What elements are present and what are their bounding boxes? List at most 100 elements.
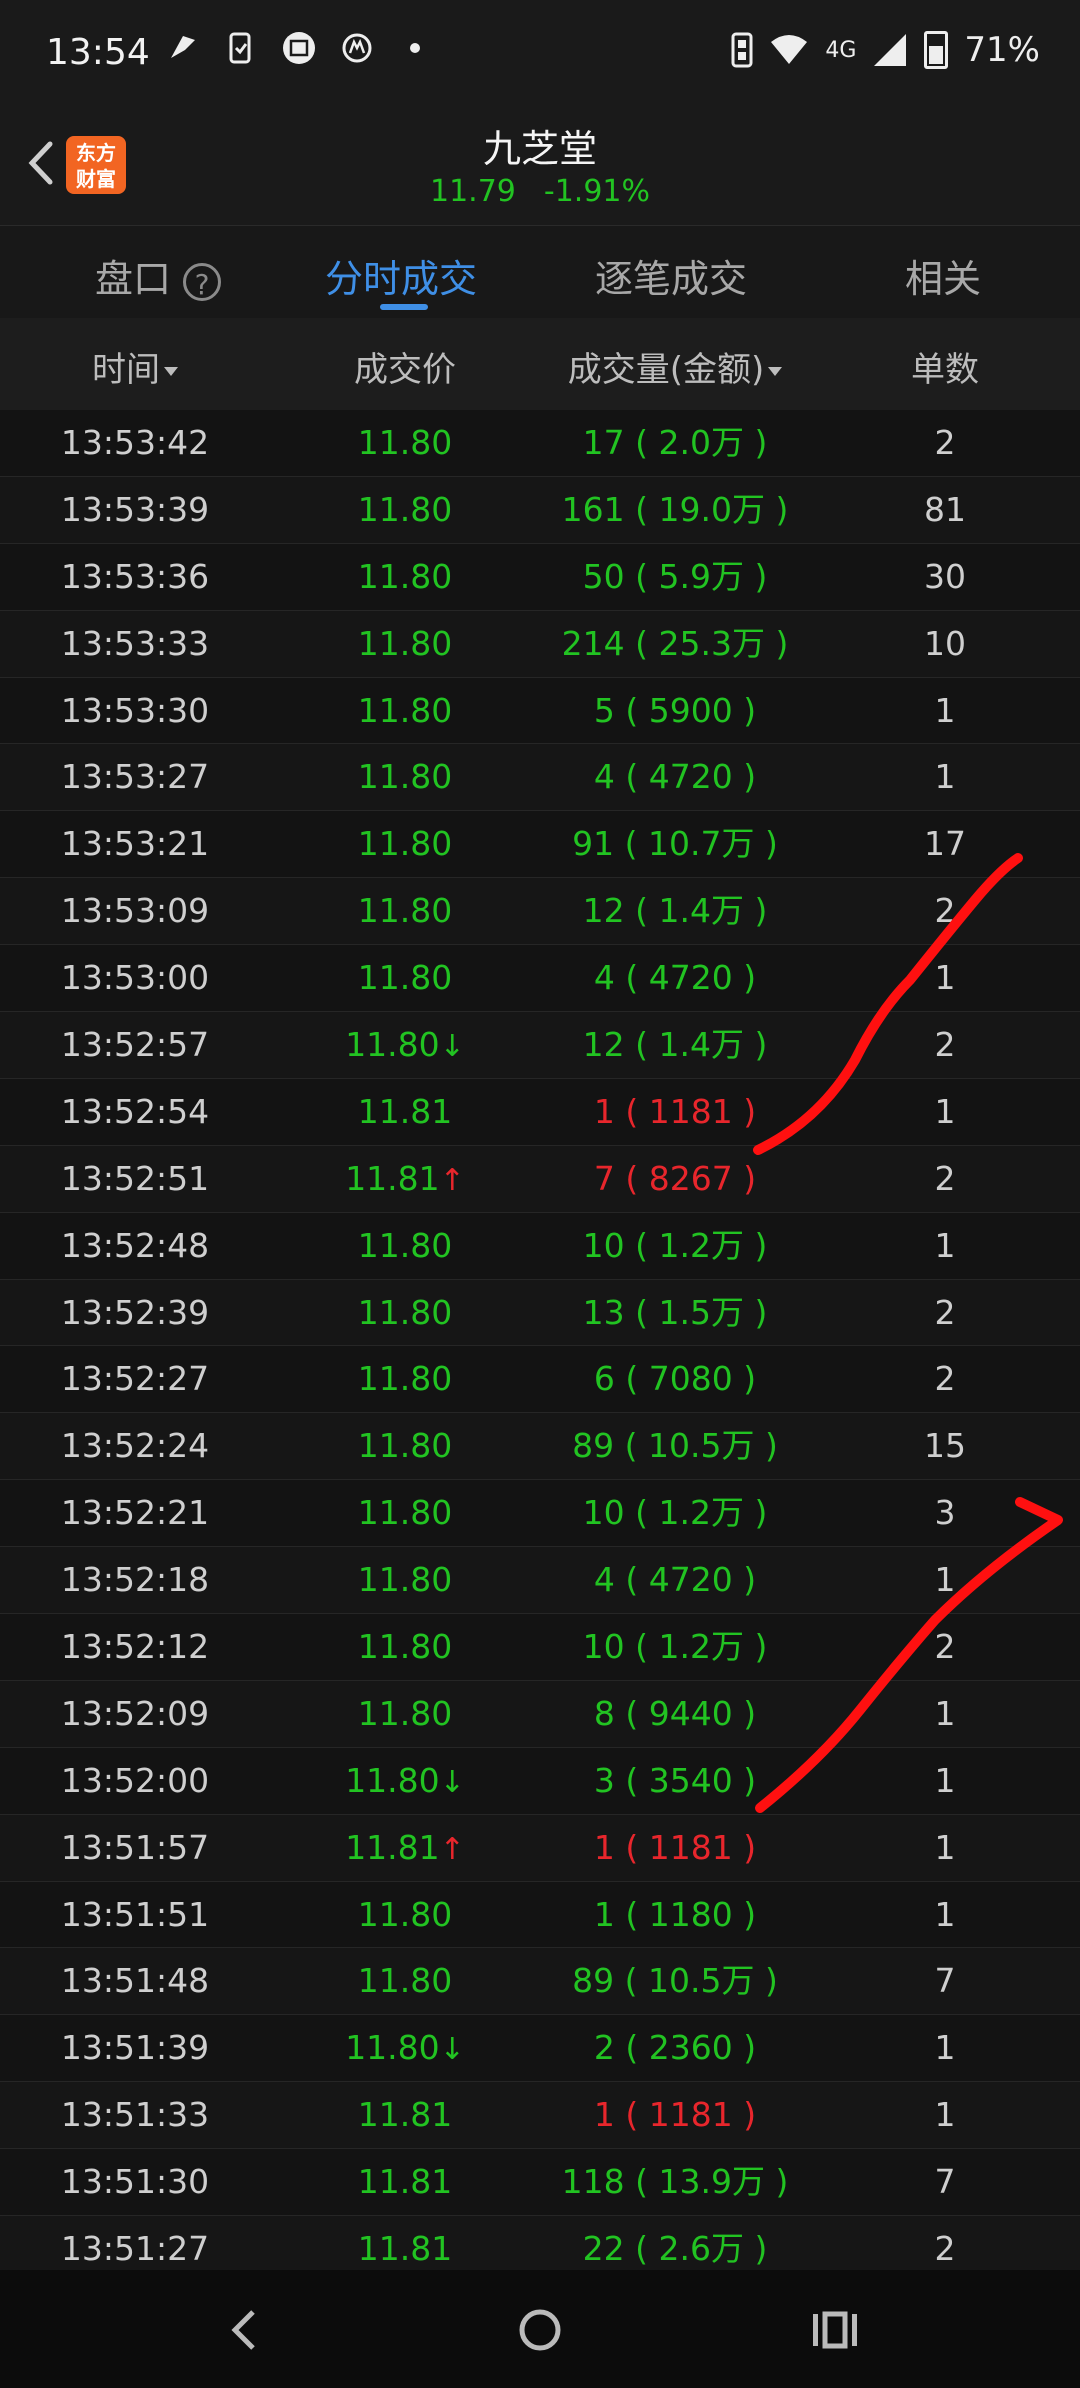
trade-count: 1: [934, 757, 956, 797]
trade-volume: 214 ( 25.3万 ): [561, 623, 789, 663]
nav-back-icon[interactable]: [215, 2300, 275, 2360]
tab-order-book[interactable]: 盘口?: [95, 248, 222, 303]
trade-row[interactable]: 13:52:09 11.80 8 ( 9440 ) 1: [0, 1680, 1080, 1748]
trade-time: 13:53:00: [60, 958, 210, 998]
trade-row[interactable]: 13:52:00 11.80↓ 3 ( 3540 ) 1: [0, 1748, 1080, 1815]
trade-time: 13:53:39: [60, 489, 210, 529]
trade-row[interactable]: 13:53:09 11.80 12 ( 1.4万 ) 2: [0, 878, 1080, 946]
system-nav-bar: [0, 2270, 1080, 2388]
trade-row[interactable]: 13:51:51 11.80 1 ( 1180 ) 1: [0, 1882, 1080, 1949]
trade-volume: 89 ( 10.5万 ): [572, 1426, 778, 1466]
trade-price: 11.80: [357, 623, 453, 663]
trade-time: 13:52:18: [60, 1560, 210, 1600]
trade-volume: 7 ( 8267 ): [593, 1158, 757, 1198]
trade-time: 13:52:00: [60, 1760, 210, 1800]
trade-price-cell: 11.80: [300, 1882, 510, 1948]
tab-time-sales[interactable]: 分时成交: [325, 248, 477, 303]
trade-list[interactable]: 13:53:42 11.80 17 ( 2.0万 ) 2 13:53:39 11.80 16…: [0, 410, 1080, 2283]
trade-price-cell: 11.81: [300, 1079, 510, 1145]
trade-time: 13:51:48: [60, 1961, 210, 2001]
tab-tick-trades[interactable]: 逐笔成交: [595, 248, 747, 303]
trade-volume: 1 ( 1181 ): [593, 2095, 757, 2135]
column-time[interactable]: 时间: [35, 342, 235, 391]
nav-home-icon[interactable]: [510, 2300, 570, 2360]
trade-count: 1: [934, 958, 956, 998]
column-price-label: 成交价: [354, 350, 456, 390]
trade-price-cell: 11.80: [300, 1948, 510, 2014]
trade-row[interactable]: 13:53:27 11.80 4 ( 4720 ) 1: [0, 744, 1080, 812]
trade-row[interactable]: 13:51:33 11.81 1 ( 1181 ) 1: [0, 2082, 1080, 2150]
trade-row[interactable]: 13:53:00 11.80 4 ( 4720 ) 1: [0, 945, 1080, 1013]
trade-row[interactable]: 13:52:57 11.80↓ 12 ( 1.4万 ) 2: [0, 1012, 1080, 1079]
trade-price: 11.80: [357, 1225, 453, 1265]
dot-icon: [410, 43, 420, 53]
trade-row[interactable]: 13:52:48 11.80 10 ( 1.2万 ) 1: [0, 1213, 1080, 1280]
trade-row[interactable]: 13:53:39 11.80 161 ( 19.0万 ) 81: [0, 476, 1080, 544]
trade-row[interactable]: 13:51:30 11.81 118 ( 13.9万 ) 7: [0, 2149, 1080, 2217]
trade-volume: 10 ( 1.2万 ): [582, 1493, 768, 1533]
trade-row[interactable]: 13:51:57 11.81↑ 1 ( 1181 ) 1: [0, 1814, 1080, 1882]
stock-price: 11.79: [429, 174, 516, 209]
trade-row[interactable]: 13:53:33 11.80 214 ( 25.3万 ) 10: [0, 610, 1080, 678]
trade-row[interactable]: 13:53:30 11.80 5 ( 5900 ) 1: [0, 678, 1080, 745]
trade-price: 11.80: [357, 690, 453, 730]
trade-time: 13:53:30: [60, 690, 210, 730]
trade-time: 13:53:33: [60, 623, 210, 663]
column-header: 时间 成交价 成交量(金额) 单数: [0, 318, 1080, 410]
trade-price: 11.80: [357, 1426, 453, 1466]
trade-count: 1: [934, 2095, 956, 2135]
trade-row[interactable]: 13:51:39 11.80↓ 2 ( 2360 ) 1: [0, 2015, 1080, 2083]
trade-price: 11.81: [345, 1158, 440, 1198]
tab-related[interactable]: 相关: [905, 248, 981, 303]
trade-row[interactable]: 13:52:24 11.80 89 ( 10.5万 ) 15: [0, 1413, 1080, 1481]
trade-time: 13:52:48: [60, 1225, 210, 1265]
tab-label: 逐笔成交: [595, 257, 748, 301]
motorola-icon: [342, 33, 372, 63]
trade-row[interactable]: 13:53:42 11.80 17 ( 2.0万 ) 2: [0, 410, 1080, 477]
trade-time: 13:52:12: [60, 1627, 210, 1667]
trade-price: 11.80: [357, 1961, 453, 2001]
trade-price-cell: 11.80: [300, 1213, 510, 1279]
trade-count: 7: [934, 1961, 956, 2001]
trade-price: 11.80: [357, 423, 453, 462]
trade-row[interactable]: 13:52:51 11.81↑ 7 ( 8267 ) 2: [0, 1145, 1080, 1213]
column-count-label: 单数: [911, 350, 979, 390]
trade-row[interactable]: 13:52:54 11.81 1 ( 1181 ) 1: [0, 1079, 1080, 1146]
trade-count: 1: [934, 690, 956, 730]
trade-price-cell: 11.80: [300, 878, 510, 944]
trade-time: 13:51:39: [60, 2028, 210, 2068]
trade-row[interactable]: 13:52:21 11.80 10 ( 1.2万 ) 3: [0, 1480, 1080, 1548]
trade-price: 11.80: [357, 958, 453, 998]
trade-volume: 8 ( 9440 ): [593, 1693, 757, 1733]
tab-label: 盘口: [95, 257, 172, 301]
trade-row[interactable]: 13:52:27 11.80 6 ( 7080 ) 2: [0, 1346, 1080, 1414]
trade-row[interactable]: 13:53:21 11.80 91 ( 10.7万 ) 17: [0, 811, 1080, 879]
trade-count: 1: [934, 1091, 956, 1131]
trade-price: 11.80: [357, 556, 453, 596]
wifi-icon: [771, 35, 808, 64]
trade-volume: 50 ( 5.9万 ): [582, 556, 768, 596]
trade-volume: 12 ( 1.4万 ): [582, 891, 768, 931]
trade-count: 2: [934, 1292, 956, 1332]
arrow-up-icon: ↑: [439, 1831, 465, 1867]
nav-recents-icon[interactable]: [805, 2300, 865, 2360]
trade-row[interactable]: 13:52:39 11.80 13 ( 1.5万 ) 2: [0, 1279, 1080, 1347]
trade-price-cell: 11.81: [300, 2149, 510, 2215]
trade-price: 11.80: [357, 1359, 453, 1399]
caret-down-icon: [768, 367, 783, 376]
trade-price: 11.80: [357, 1693, 453, 1733]
trade-row[interactable]: 13:53:36 11.80 50 ( 5.9万 ) 30: [0, 544, 1080, 611]
trade-row[interactable]: 13:52:18 11.80 4 ( 4720 ) 1: [0, 1547, 1080, 1615]
tab-label: 相关: [905, 257, 982, 301]
trade-count: 1: [934, 2028, 956, 2068]
trade-time: 13:53:27: [60, 757, 210, 797]
trade-price: 11.81: [357, 2162, 453, 2202]
trade-row[interactable]: 13:52:12 11.80 10 ( 1.2万 ) 2: [0, 1614, 1080, 1681]
trade-volume: 1 ( 1181 ): [593, 1827, 757, 1867]
question-circle-icon[interactable]: ?: [183, 262, 222, 301]
trade-price-cell: 11.81↑: [300, 1815, 510, 1881]
trade-price: 11.80: [357, 1493, 453, 1533]
trade-row[interactable]: 13:51:48 11.80 89 ( 10.5万 ) 7: [0, 1948, 1080, 2016]
column-volume[interactable]: 成交量(金额): [520, 342, 830, 391]
battery-icon: [924, 31, 949, 69]
